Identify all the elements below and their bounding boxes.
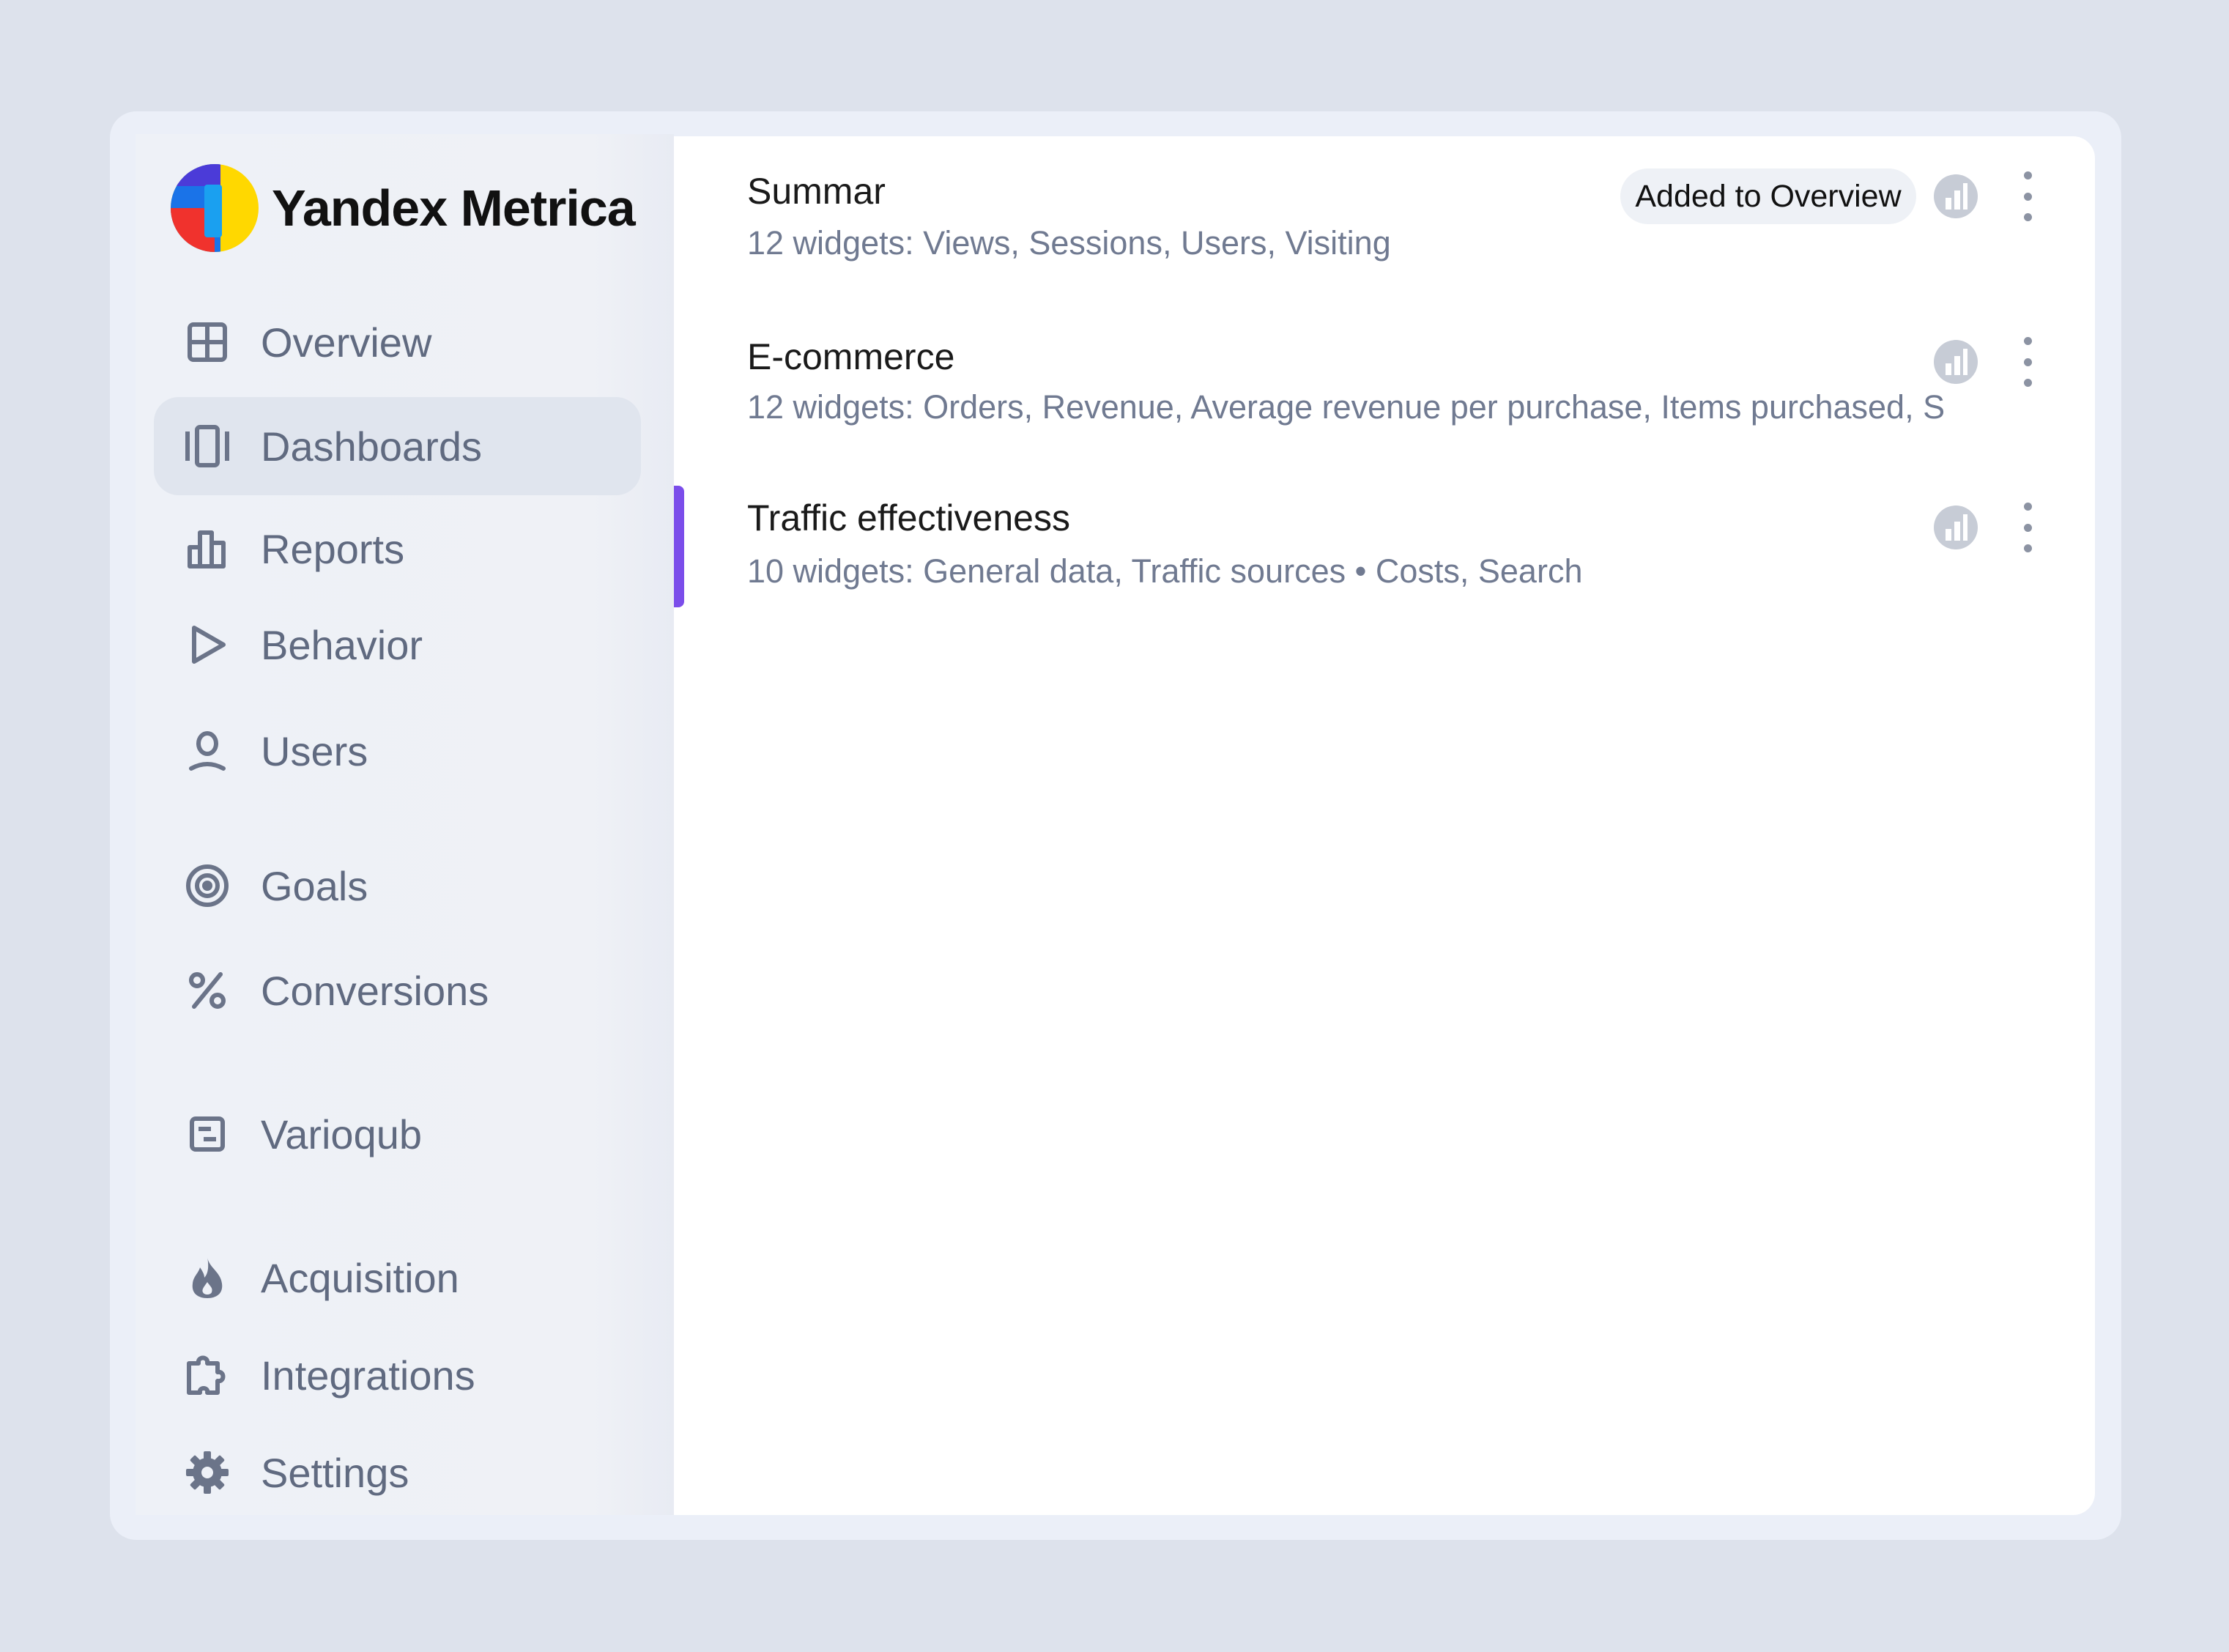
dashboard-description: 12 widgets: Views, Sessions, Users, Visi… [747, 224, 1391, 262]
sidebar-item-overview[interactable]: Overview [154, 293, 641, 391]
logo[interactable]: Yandex Metrica [171, 158, 639, 257]
sidebar-item-label: Settings [261, 1449, 409, 1496]
play-icon [183, 621, 231, 669]
flame-icon [183, 1253, 231, 1302]
more-options-icon[interactable] [2011, 333, 2044, 391]
sidebar-item-label: Integrations [261, 1352, 475, 1399]
selected-indicator [674, 486, 684, 607]
dashboards-icon [183, 422, 231, 470]
sidebar-item-label: Goals [261, 862, 368, 909]
sidebar-item-dashboards[interactable]: Dashboards [154, 397, 641, 495]
app-name: Yandex Metrica [272, 179, 636, 237]
dashboard-title[interactable]: Traffic effectiveness [747, 497, 1070, 539]
add-to-overview-icon[interactable] [1932, 504, 1979, 551]
sidebar-item-users[interactable]: Users [154, 702, 641, 800]
dashboard-title[interactable]: Summar [747, 170, 886, 212]
sidebar-item-goals[interactable]: Goals [154, 837, 641, 935]
gear-icon [183, 1448, 231, 1497]
sidebar-item-label: Overview [261, 319, 432, 366]
dashboard-description: 10 widgets: General data, Traffic source… [747, 552, 1583, 590]
sidebar-item-label: Conversions [261, 967, 489, 1014]
sidebar-item-label: Users [261, 727, 368, 774]
sidebar-item-varioqub[interactable]: Varioqub [154, 1085, 641, 1183]
more-options-icon[interactable] [2011, 498, 2044, 557]
sidebar-item-acquisition[interactable]: Acquisition [154, 1229, 641, 1327]
bar-chart-icon [183, 525, 231, 573]
dashboard-description: 12 widgets: Orders, Revenue, Average rev… [747, 388, 1946, 426]
sidebar-item-label: Dashboards [261, 423, 482, 470]
sidebar-item-settings[interactable]: Settings [154, 1423, 641, 1522]
sidebar-item-label: Varioqub [261, 1111, 423, 1157]
target-icon [183, 862, 231, 910]
sidebar-item-conversions[interactable]: Conversions [154, 941, 641, 1040]
sidebar-item-label: Reports [261, 525, 405, 572]
sidebar-item-label: Acquisition [261, 1254, 459, 1301]
percent-icon [183, 966, 231, 1015]
user-icon [183, 727, 231, 775]
sidebar-item-label: Behavior [261, 621, 423, 668]
add-to-overview-icon[interactable] [1932, 173, 1979, 220]
added-to-overview-badge: Added to Overview [1620, 168, 1916, 224]
varioqub-icon [183, 1110, 231, 1158]
yandex-metrica-logo-icon [171, 163, 259, 252]
grid-icon [183, 318, 231, 366]
dashboard-title[interactable]: E-commerce [747, 336, 954, 378]
sidebar-item-behavior[interactable]: Behavior [154, 596, 641, 694]
sidebar-item-reports[interactable]: Reports [154, 500, 641, 598]
puzzle-icon [183, 1351, 231, 1399]
sidebar-item-integrations[interactable]: Integrations [154, 1326, 641, 1424]
add-to-overview-icon[interactable] [1932, 338, 1979, 385]
more-options-icon[interactable] [2011, 167, 2044, 226]
